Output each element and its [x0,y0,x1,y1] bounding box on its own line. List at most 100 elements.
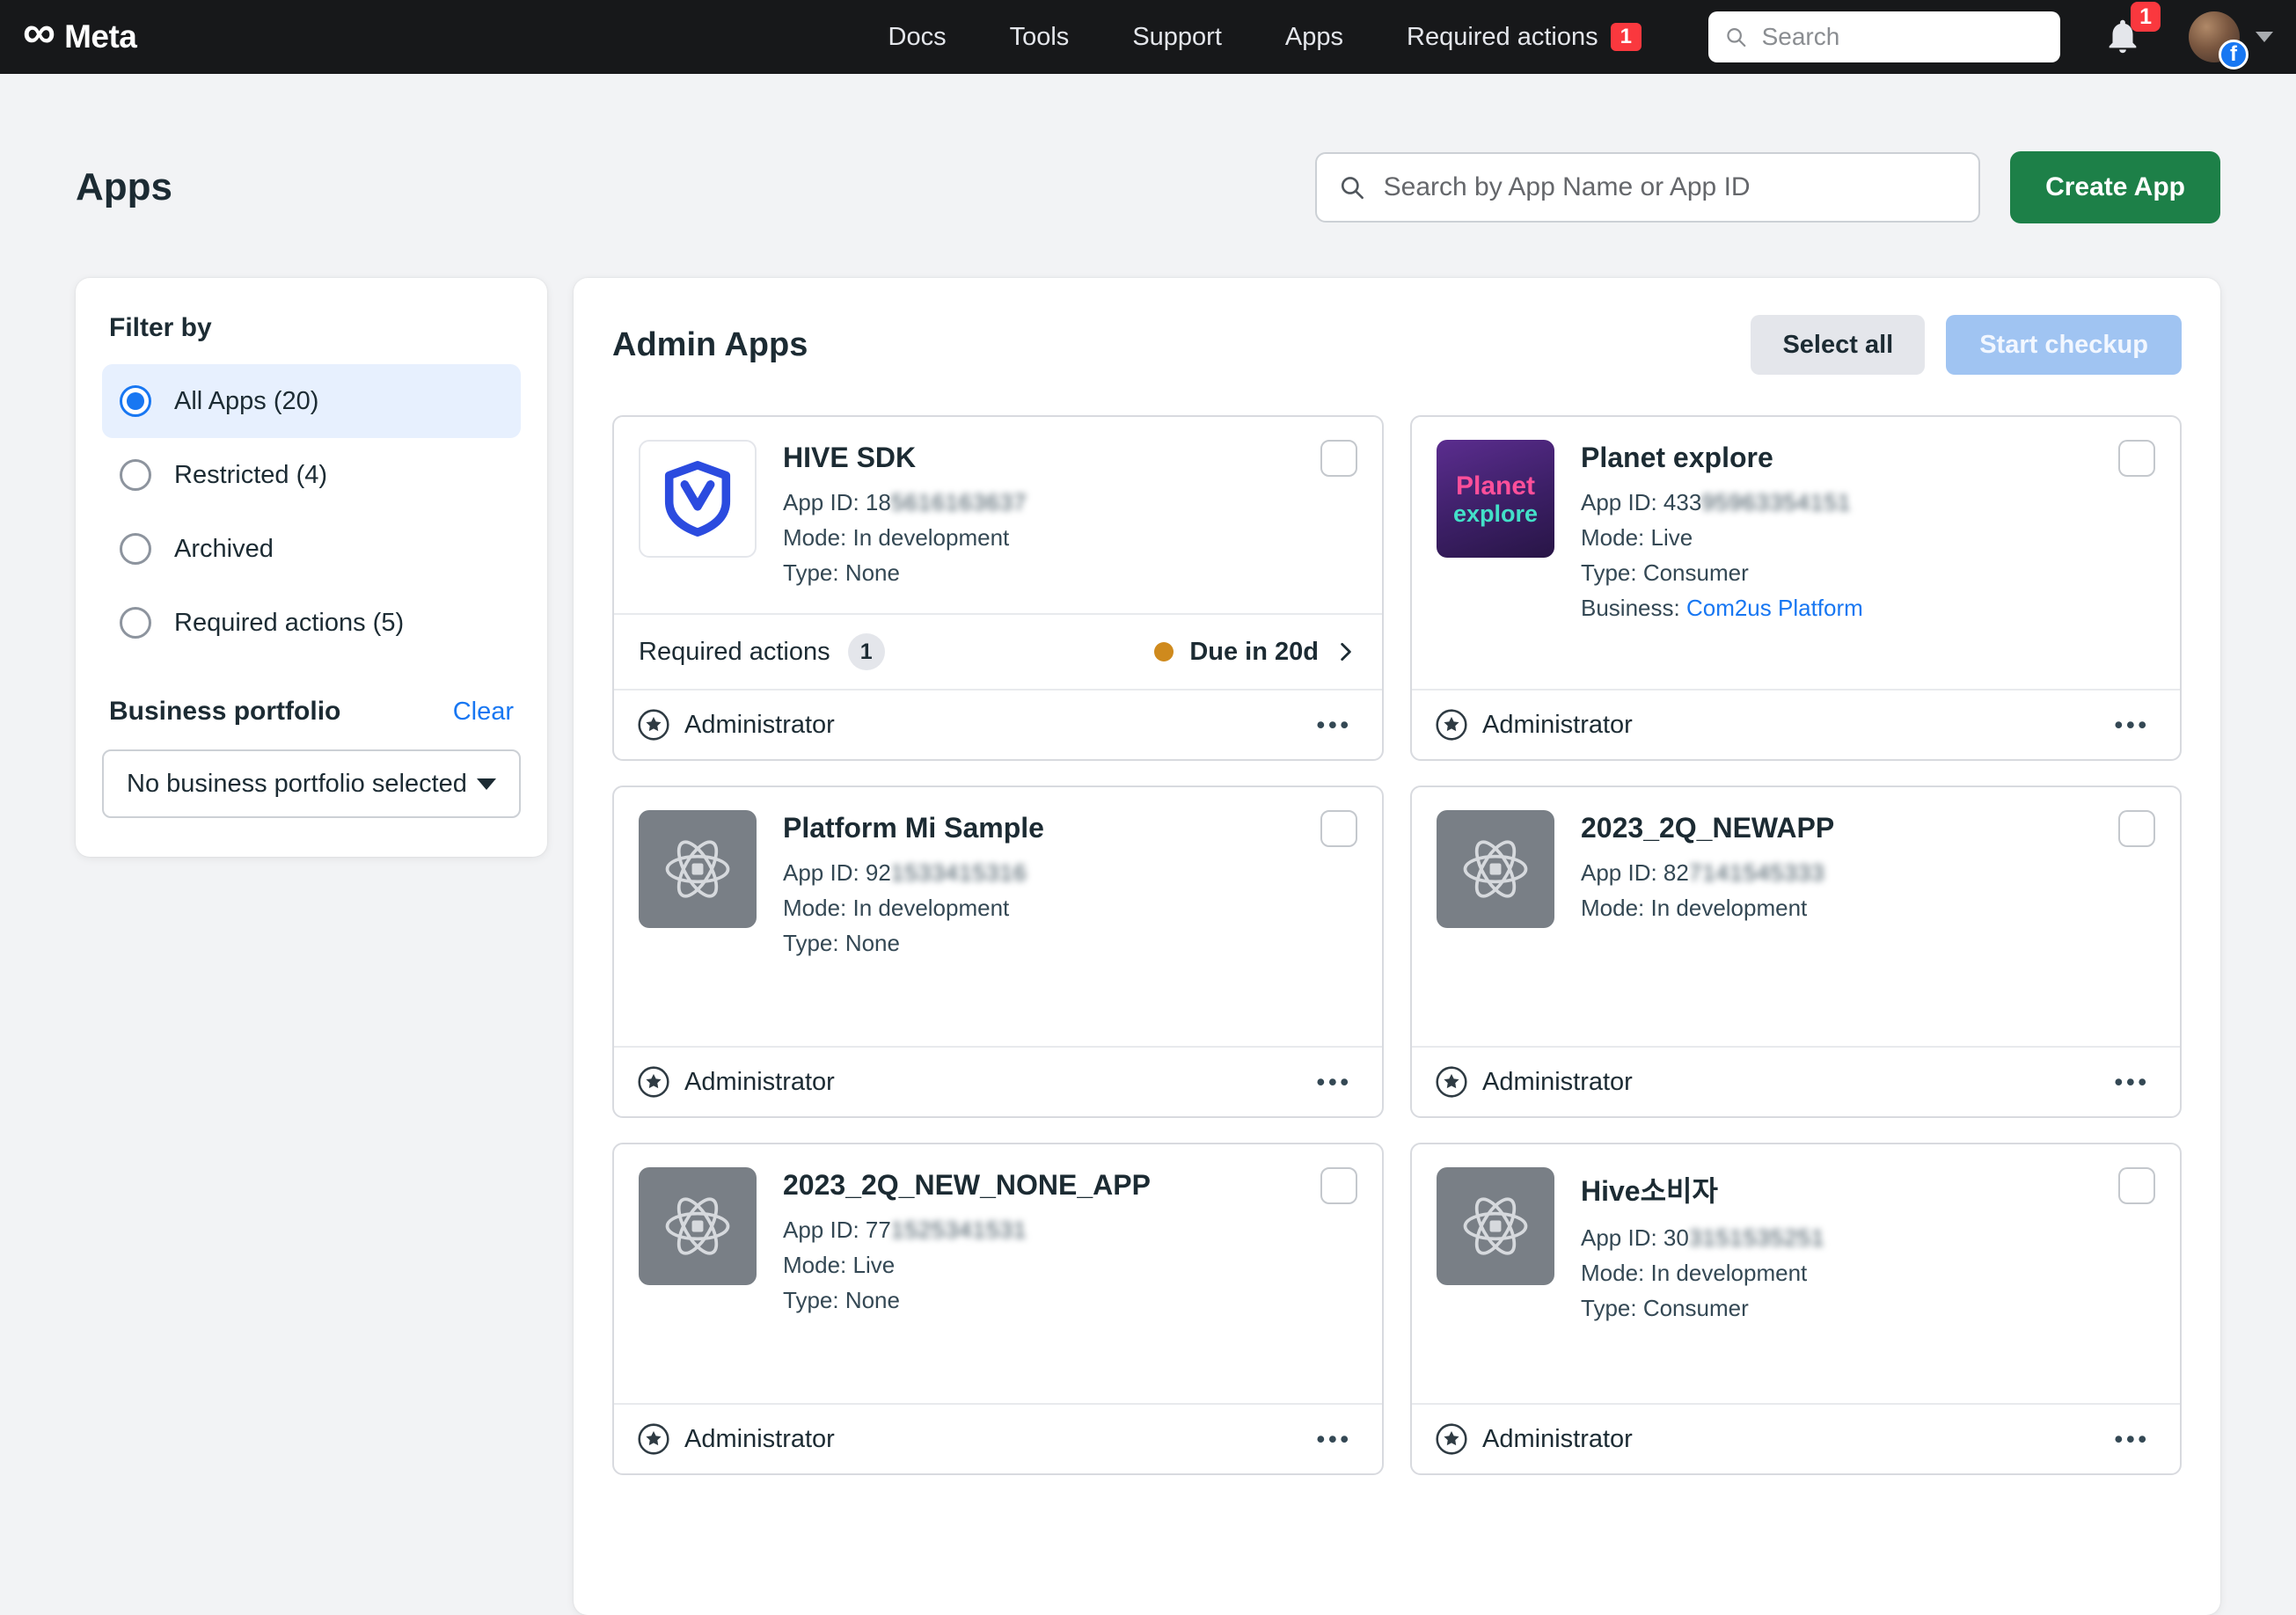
card-menu-button[interactable]: ••• [2108,1422,2157,1457]
nav-item-label: Required actions [1407,23,1598,52]
role-label: Administrator [1482,711,1633,740]
role-label-group: Administrator [1435,1422,1633,1456]
role-label: Administrator [684,1068,835,1097]
required-actions-row: Required actions 1 Due in 20d [614,613,1382,689]
admin-apps-header: Admin Apps Select all Start checkup [612,315,2182,375]
app-info: Hive소비자 App ID: 303151535251 Mode: In de… [1581,1167,1824,1380]
card-menu-button[interactable]: ••• [1310,1065,1359,1100]
app-card[interactable]: 2023_2Q_NEW_NONE_APP App ID: 77152534153… [612,1143,1384,1475]
clear-portfolio-link[interactable]: Clear [453,698,514,727]
app-select-checkbox[interactable] [1320,1167,1357,1204]
nav-item-support[interactable]: Support [1132,23,1222,52]
filter-option-label: Archived [174,535,274,564]
app-card[interactable]: HIVE SDK App ID: 185616163637 Mode: In d… [612,415,1384,761]
search-icon [1724,24,1748,50]
select-all-button[interactable]: Select all [1751,315,1925,375]
planet-icon-text: Planet [1456,472,1535,501]
notification-count-badge: 1 [2131,2,2161,32]
role-label: Administrator [1482,1068,1633,1097]
due-label: Due in 20d [1189,638,1319,667]
admin-apps-grid: HIVE SDK App ID: 185616163637 Mode: In d… [612,415,2182,1475]
app-card-top: Platform Mi Sample App ID: 921533415316 … [614,787,1382,1046]
filter-option-archived[interactable]: Archived [102,512,521,586]
card-menu-button[interactable]: ••• [2108,1065,2157,1100]
app-card[interactable]: Platform Mi Sample App ID: 921533415316 … [612,786,1384,1118]
app-business-line: Business: Com2us Platform [1581,590,1863,625]
start-checkup-button[interactable]: Start checkup [1946,315,2182,375]
account-menu[interactable]: f [2189,11,2240,62]
app-card[interactable]: Hive소비자 App ID: 303151535251 Mode: In de… [1410,1143,2182,1475]
nav-item-tools[interactable]: Tools [1010,23,1070,52]
business-link[interactable]: Com2us Platform [1686,595,1863,621]
business-portfolio-header: Business portfolio Clear [109,697,514,727]
nav-search-input[interactable] [1760,22,2044,52]
chevron-down-icon [477,778,496,790]
brand-name: Meta [64,18,136,55]
notifications-button[interactable]: 1 [2102,16,2145,58]
app-search-input[interactable] [1382,172,1957,203]
nav-item-apps[interactable]: Apps [1285,23,1343,52]
planet-icon-text: explore [1453,502,1538,526]
portfolio-selected-value: No business portfolio selected [127,770,467,799]
app-card[interactable]: 2023_2Q_NEWAPP App ID: 827141545333 Mode… [1410,786,2182,1118]
app-select-checkbox[interactable] [2118,1167,2155,1204]
app-info: HIVE SDK App ID: 185616163637 Mode: In d… [783,440,1027,590]
atom-app-icon [1437,1167,1554,1285]
required-actions-badge: 1 [1611,23,1642,51]
app-select-checkbox[interactable] [2118,440,2155,477]
filter-option-label: All Apps (20) [174,387,318,416]
account-chevron-down-icon[interactable] [2256,32,2273,42]
search-icon [1338,172,1366,202]
business-portfolio-title: Business portfolio [109,697,340,727]
nav-item-docs[interactable]: Docs [888,23,947,52]
app-mode-line: Mode: Live [783,1247,1151,1282]
business-portfolio-select[interactable]: No business portfolio selected [102,749,521,818]
filter-option-all-apps[interactable]: All Apps (20) [102,364,521,438]
planet-app-icon: Planetexplore [1437,440,1554,558]
role-label-group: Administrator [637,1065,835,1099]
nav-item-required-actions[interactable]: Required actions 1 [1407,23,1642,52]
atom-app-icon [639,1167,757,1285]
meta-logo-icon: ∞ [23,15,55,52]
app-type-line: Type: None [783,555,1027,590]
redacted-app-id: 1533415316 [891,859,1027,886]
app-info: Planet explore App ID: 43395963354151 Mo… [1581,440,1863,666]
create-app-button[interactable]: Create App [2010,151,2220,223]
administrator-star-icon [637,1422,670,1456]
app-card-footer: Administrator ••• [1412,689,2180,759]
app-card-top: HIVE SDK App ID: 185616163637 Mode: In d… [614,417,1382,613]
meta-brand[interactable]: ∞ Meta [23,18,136,55]
radio-icon [120,607,151,639]
filter-option-restricted[interactable]: Restricted (4) [102,438,521,512]
card-menu-button[interactable]: ••• [2108,708,2157,742]
app-name: 2023_2Q_NEW_NONE_APP [783,1169,1151,1202]
app-select-checkbox[interactable] [2118,810,2155,847]
app-id-line: App ID: 771525341531 [783,1212,1151,1247]
app-select-checkbox[interactable] [1320,810,1357,847]
administrator-star-icon [1435,1422,1468,1456]
role-label: Administrator [1482,1425,1633,1454]
app-type-line: Type: None [783,925,1044,961]
facebook-icon: f [2219,40,2248,69]
required-actions-label: Required actions [639,638,830,667]
filter-option-required-actions[interactable]: Required actions (5) [102,586,521,660]
page-body: Apps Create App Filter by All Apps (20) … [0,151,2296,1615]
administrator-star-icon [1435,1065,1468,1099]
radio-icon [120,533,151,565]
chevron-right-icon [1334,640,1357,663]
admin-apps-panel: Admin Apps Select all Start checkup HIVE… [574,278,2220,1615]
nav-links: Docs Tools Support Apps Required actions… [888,23,1642,52]
due-link[interactable]: Due in 20d [1154,638,1357,667]
app-type-line: Type: Consumer [1581,555,1863,590]
radio-icon [120,459,151,491]
card-menu-button[interactable]: ••• [1310,1422,1359,1457]
app-id-line: App ID: 827141545333 [1581,855,1834,890]
app-id-line: App ID: 303151535251 [1581,1220,1824,1255]
redacted-app-id: 3151535251 [1689,1224,1825,1251]
app-card-top: Hive소비자 App ID: 303151535251 Mode: In de… [1412,1144,2180,1403]
app-mode-line: Mode: In development [1581,1255,1824,1290]
card-menu-button[interactable]: ••• [1310,708,1359,742]
app-card[interactable]: Planetexplore Planet explore App ID: 433… [1410,415,2182,761]
hive-app-icon [639,440,757,558]
app-select-checkbox[interactable] [1320,440,1357,477]
